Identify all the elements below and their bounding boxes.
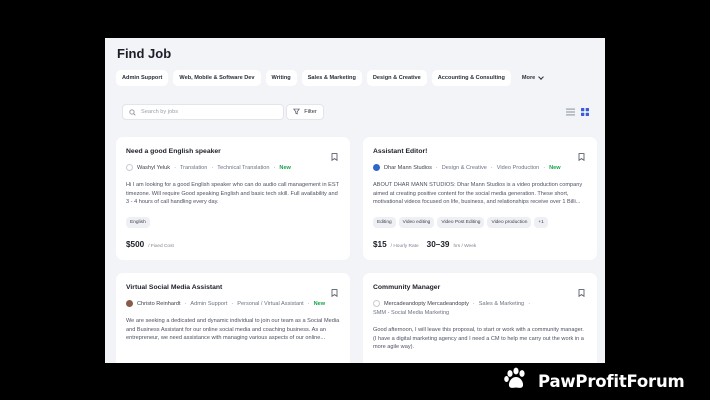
job-category: Admin Support xyxy=(190,300,228,307)
job-category: Sales & Marketing xyxy=(478,300,525,307)
job-subcategory: Technical Translation xyxy=(217,164,270,171)
job-title[interactable]: Need a good English speaker xyxy=(126,148,221,155)
meta-separator: · xyxy=(543,164,546,171)
job-title[interactable]: Virtual Social Media Assistant xyxy=(126,284,222,291)
list-view-icon xyxy=(565,103,575,121)
bookmark-icon[interactable] xyxy=(331,148,338,162)
chevron-down-icon xyxy=(538,74,545,80)
find-job-window: Find Job Admin Support Web, Mobile & Sof… xyxy=(105,38,605,363)
watermark-banner: PawProfitForum xyxy=(497,363,710,400)
price-unit: / Fixed Cost xyxy=(148,244,174,249)
job-meta: Mercadeandopty Mercadeandopty · Sales & … xyxy=(373,300,587,316)
paw-icon xyxy=(503,366,529,397)
job-tags: Editing Video editing Video Post Editing… xyxy=(373,217,548,228)
new-badge: New xyxy=(279,164,291,171)
category-bar: Admin Support Web, Mobile & Software Dev… xyxy=(116,70,549,86)
job-price: $500 / Fixed Cost xyxy=(126,240,174,249)
price-amount: $500 xyxy=(126,240,145,249)
filter-icon xyxy=(293,108,301,117)
job-subcategory: Video Production xyxy=(496,164,540,171)
meta-separator: · xyxy=(528,300,531,307)
job-category: Translation xyxy=(179,164,208,171)
job-card[interactable]: Virtual Social Media Assistant Christo R… xyxy=(116,273,350,363)
job-title[interactable]: Community Manager xyxy=(373,284,440,291)
new-badge: New xyxy=(549,164,561,171)
avatar xyxy=(126,300,133,307)
page-title: Find Job xyxy=(117,46,172,61)
meta-separator: · xyxy=(174,164,176,171)
search-input[interactable] xyxy=(141,109,281,115)
job-meta: Christo Reinhardt · Admin Support · Pers… xyxy=(126,300,340,307)
skill-tag[interactable]: Video production xyxy=(487,217,532,228)
job-description: Hi I am looking for a good English speak… xyxy=(126,182,339,206)
meta-separator: · xyxy=(472,300,475,307)
category-chip-design-creative[interactable]: Design & Creative xyxy=(366,70,427,86)
meta-separator: · xyxy=(211,164,214,171)
category-chip-web-mobile-software[interactable]: Web, Mobile & Software Dev xyxy=(173,70,261,86)
job-price: $15 / Hourly Rate 30–39 hrs / Week xyxy=(373,240,476,249)
grid-view-toggle[interactable] xyxy=(579,106,591,118)
filter-label: Filter xyxy=(304,109,317,115)
meta-separator: · xyxy=(231,300,234,307)
meta-separator: · xyxy=(273,164,276,171)
job-meta: Washyl Yeluk · Translation · Technical T… xyxy=(126,164,340,171)
poster-name: Dhar Mann Studios xyxy=(384,164,432,171)
hours-unit: hrs / Week xyxy=(453,244,477,249)
filter-button[interactable]: Filter xyxy=(286,104,324,120)
skill-tag[interactable]: Editing xyxy=(373,217,396,228)
category-chip-sales-marketing[interactable]: Sales & Marketing xyxy=(301,70,362,86)
avatar xyxy=(126,164,133,171)
bookmark-icon[interactable] xyxy=(578,148,585,162)
grid-view-icon xyxy=(581,103,589,121)
price-unit: / Hourly Rate xyxy=(390,244,419,249)
job-card[interactable]: Community Manager Mercadeandopty Mercade… xyxy=(363,273,597,363)
job-subcategory: SMM - Social Media Marketing xyxy=(373,310,450,316)
new-badge: New xyxy=(313,300,326,307)
skill-tag[interactable]: Video editing xyxy=(398,217,435,228)
more-label: More xyxy=(521,75,536,81)
meta-separator: · xyxy=(490,164,493,171)
avatar xyxy=(373,300,380,307)
more-tags-count[interactable]: +1 xyxy=(534,217,548,228)
category-chip-admin-support[interactable]: Admin Support xyxy=(116,70,169,86)
bookmark-icon[interactable] xyxy=(578,284,585,298)
job-meta: Dhar Mann Studios · Design & Creative · … xyxy=(373,164,587,171)
more-categories-button[interactable]: More xyxy=(516,70,549,86)
poster-name: Christo Reinhardt xyxy=(137,300,181,307)
search-box[interactable] xyxy=(122,104,284,120)
poster-name: Mercadeandopty Mercadeandopty xyxy=(384,300,469,307)
job-description: ABOUT DHAR MANN STUDIOS: Dhar Mann Studi… xyxy=(373,182,583,206)
price-amount: $15 xyxy=(373,240,387,249)
skill-tag[interactable]: English xyxy=(126,217,150,228)
category-chip-writing[interactable]: Writing xyxy=(265,70,297,86)
job-tags: English xyxy=(126,217,150,228)
meta-separator: · xyxy=(184,300,187,307)
category-chip-accounting-consulting[interactable]: Accounting & Consulting xyxy=(431,70,511,86)
job-card[interactable]: Need a good English speaker Washyl Yeluk… xyxy=(116,137,350,260)
job-description: Good afternoon, I will leave this propos… xyxy=(373,327,584,351)
job-description: We are seeking a dedicated and dynamic i… xyxy=(126,318,340,342)
job-subcategory: Personal / Virtual Assistant xyxy=(237,300,304,307)
watermark-text: PawProfitForum xyxy=(538,372,685,391)
skill-tag[interactable]: Video Post Editing xyxy=(437,217,485,228)
job-category: Design & Creative xyxy=(441,164,487,171)
avatar xyxy=(373,164,380,171)
job-title[interactable]: Assistant Editor! xyxy=(373,148,427,155)
meta-separator: · xyxy=(435,164,438,171)
search-icon xyxy=(129,103,136,121)
poster-name: Washyl Yeluk xyxy=(137,164,171,171)
bookmark-icon[interactable] xyxy=(331,284,338,298)
meta-separator: · xyxy=(307,300,310,307)
job-card[interactable]: Assistant Editor! Dhar Mann Studios · De… xyxy=(363,137,597,260)
hours-amount: 30–39 xyxy=(426,240,450,249)
list-view-toggle[interactable] xyxy=(564,106,576,118)
